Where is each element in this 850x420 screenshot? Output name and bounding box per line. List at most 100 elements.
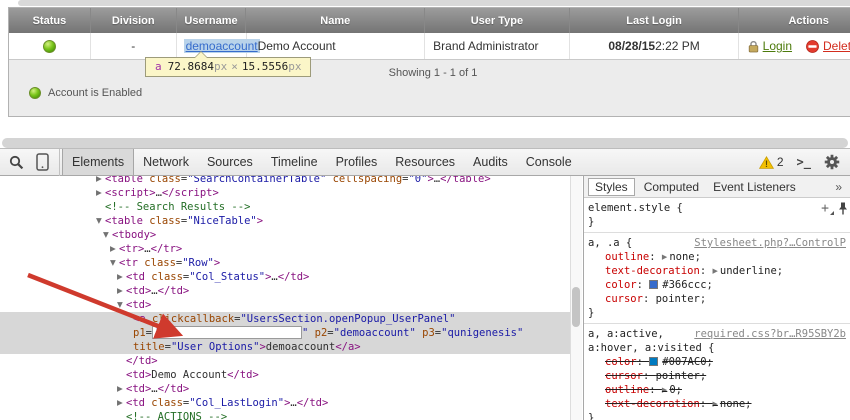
- tab-styles[interactable]: Styles: [588, 178, 635, 196]
- style-property[interactable]: color: #366ccc;: [588, 278, 846, 292]
- gear-icon[interactable]: [824, 154, 840, 170]
- style-property[interactable]: color: #007AC0;: [588, 355, 846, 369]
- dom-tree-line[interactable]: ▼<td>: [0, 298, 570, 312]
- twisty-open-icon[interactable]: ▼: [96, 214, 105, 228]
- dom-tree-line[interactable]: <a clickcallback="UsersSection.openPopup…: [0, 312, 570, 326]
- tabs-overflow-icon[interactable]: »: [835, 180, 842, 194]
- table-row: - demoaccount Demo Account Brand Adminis…: [9, 33, 850, 60]
- warning-icon: !: [759, 156, 774, 169]
- styles-panel: Styles Computed Event Listeners » elemen…: [584, 176, 850, 420]
- element-size-tooltip: a72.8684px×15.5556px: [145, 57, 311, 77]
- twisty-closed-icon[interactable]: ▶: [96, 176, 105, 186]
- tab-timeline[interactable]: Timeline: [262, 149, 327, 175]
- brace-close: }: [588, 215, 846, 229]
- devtools-toolbar: Elements Network Sources Timeline Profil…: [0, 148, 850, 176]
- dom-tree-line[interactable]: ▶<td>…</td>: [0, 284, 570, 298]
- twisty-closed-icon[interactable]: ▶: [117, 396, 126, 410]
- tooltip-height-unit: px: [288, 60, 301, 73]
- account-enabled-note: Account is Enabled: [29, 87, 142, 99]
- status-enabled-icon: [43, 40, 56, 53]
- style-property[interactable]: cursor: pointer;: [588, 292, 846, 306]
- brace-close: }: [588, 306, 846, 320]
- color-swatch[interactable]: [649, 357, 658, 366]
- dom-tree-line[interactable]: ▶<table class="SearchContainerTable" cel…: [0, 176, 570, 186]
- dom-tree-line[interactable]: p1="UR_" p2="demoaccount" p3="qunigenesi…: [0, 326, 570, 340]
- warnings-counter[interactable]: ! 2: [759, 155, 784, 169]
- no-entry-icon: [806, 40, 819, 53]
- twisty-closed-icon[interactable]: ▶: [117, 382, 126, 396]
- pin-icon[interactable]: [838, 202, 848, 215]
- redacted-attribute-value: "UR_: [152, 326, 302, 339]
- brace-open: {: [677, 202, 683, 214]
- column-header-username: Username: [177, 8, 247, 33]
- warning-count-label: 2: [777, 155, 784, 169]
- twisty-open-icon[interactable]: ▼: [117, 298, 126, 312]
- tooltip-tag-name: a: [155, 60, 162, 73]
- styles-tab-bar: Styles Computed Event Listeners »: [584, 176, 850, 198]
- tab-profiles[interactable]: Profiles: [327, 149, 387, 175]
- tab-event-listeners[interactable]: Event Listeners: [706, 180, 803, 194]
- delete-user-link[interactable]: Delete U: [823, 39, 850, 53]
- dom-tree-line[interactable]: ▶<td class="Col_LastLogin">…</td>: [0, 396, 570, 410]
- twisty-closed-icon[interactable]: ▶: [117, 270, 126, 284]
- tab-elements[interactable]: Elements: [62, 149, 134, 175]
- dom-tree-line[interactable]: ▶<td class="Col_Status">…</td>: [0, 270, 570, 284]
- toolbar-separator: [59, 149, 60, 176]
- stylesheet-source-link[interactable]: Stylesheet.php?…ControlP: [694, 236, 846, 250]
- dom-tree-line[interactable]: title="User Options">demoaccount</a>: [0, 340, 570, 354]
- column-header-usertype: User Type: [425, 8, 570, 33]
- last-login-time: 2:22 PM: [655, 39, 700, 53]
- cell-status: [9, 33, 91, 59]
- style-rule: a, .a {Stylesheet.php?…ControlPoutline: …: [584, 233, 850, 324]
- tooltip-width-unit: px: [214, 60, 227, 73]
- tab-audits[interactable]: Audits: [464, 149, 517, 175]
- tab-console[interactable]: Console: [517, 149, 581, 175]
- console-drawer-icon[interactable]: >_: [797, 155, 811, 169]
- last-login-date: 08/28/15: [608, 39, 655, 53]
- element-style-section: element.style { } +: [584, 198, 850, 233]
- inspect-search-icon[interactable]: [9, 155, 24, 170]
- dom-tree-line[interactable]: <!-- Search Results -->: [0, 200, 570, 214]
- stylesheet-source-link[interactable]: required.css?br…R95SBY2b: [694, 327, 846, 341]
- tree-scrollbar-thumb[interactable]: [572, 287, 580, 327]
- twisty-closed-icon[interactable]: ▶: [110, 242, 119, 256]
- dom-tree-line[interactable]: ▶<td>…</td>: [0, 382, 570, 396]
- tab-network[interactable]: Network: [134, 149, 198, 175]
- new-style-rule-icon[interactable]: +: [821, 204, 829, 214]
- twisty-open-icon[interactable]: ▼: [110, 256, 119, 270]
- tab-sources[interactable]: Sources: [198, 149, 262, 175]
- user-results-table: Status Division Username Name User Type …: [8, 7, 850, 117]
- element-style-selector: element.style: [588, 202, 670, 214]
- tab-computed[interactable]: Computed: [637, 180, 706, 194]
- style-property[interactable]: cursor: pointer;: [588, 369, 846, 383]
- style-property[interactable]: outline: ▶none;: [588, 250, 846, 264]
- dom-tree-line[interactable]: ▼<tr class="Row">: [0, 256, 570, 270]
- lock-icon: [748, 40, 759, 53]
- cell-actions: Login Delete U: [739, 33, 850, 59]
- dom-tree-line[interactable]: <!-- ACTIONS -->: [0, 410, 570, 420]
- device-mode-icon[interactable]: [36, 153, 49, 171]
- dom-tree-line[interactable]: ▶<script>…</script>: [0, 186, 570, 200]
- dom-tree-line[interactable]: <td>Demo Account</td>: [0, 368, 570, 382]
- dom-tree-line[interactable]: ▼<table class="NiceTable">: [0, 214, 570, 228]
- tab-resources[interactable]: Resources: [386, 149, 464, 175]
- dom-tree-line[interactable]: ▶<tr>…</tr>: [0, 242, 570, 256]
- twisty-closed-icon[interactable]: ▶: [117, 284, 126, 298]
- dom-tree-line[interactable]: ▼<tbody>: [0, 228, 570, 242]
- style-property[interactable]: outline: ▶0;: [588, 383, 846, 397]
- window-divider-bar[interactable]: [2, 138, 848, 148]
- tooltip-width: 72.8684: [168, 60, 214, 73]
- style-property[interactable]: text-decoration: ▶underline;: [588, 264, 846, 278]
- style-rule: a, a:active,required.css?br…R95SBY2ba:ho…: [584, 324, 850, 420]
- rule-selector: a, a:active,: [588, 327, 664, 341]
- cell-name: Demo Account: [247, 33, 426, 59]
- dom-tree-line[interactable]: </td>: [0, 354, 570, 368]
- style-property[interactable]: text-decoration: ▶none;: [588, 397, 846, 411]
- twisty-closed-icon[interactable]: ▶: [96, 186, 105, 200]
- color-swatch[interactable]: [649, 280, 658, 289]
- twisty-open-icon[interactable]: ▼: [103, 228, 112, 242]
- cell-usertype: Brand Administrator: [425, 33, 570, 59]
- table-header-row: Status Division Username Name User Type …: [9, 8, 850, 33]
- login-link[interactable]: Login: [763, 39, 792, 53]
- cell-username: demoaccount: [177, 33, 247, 59]
